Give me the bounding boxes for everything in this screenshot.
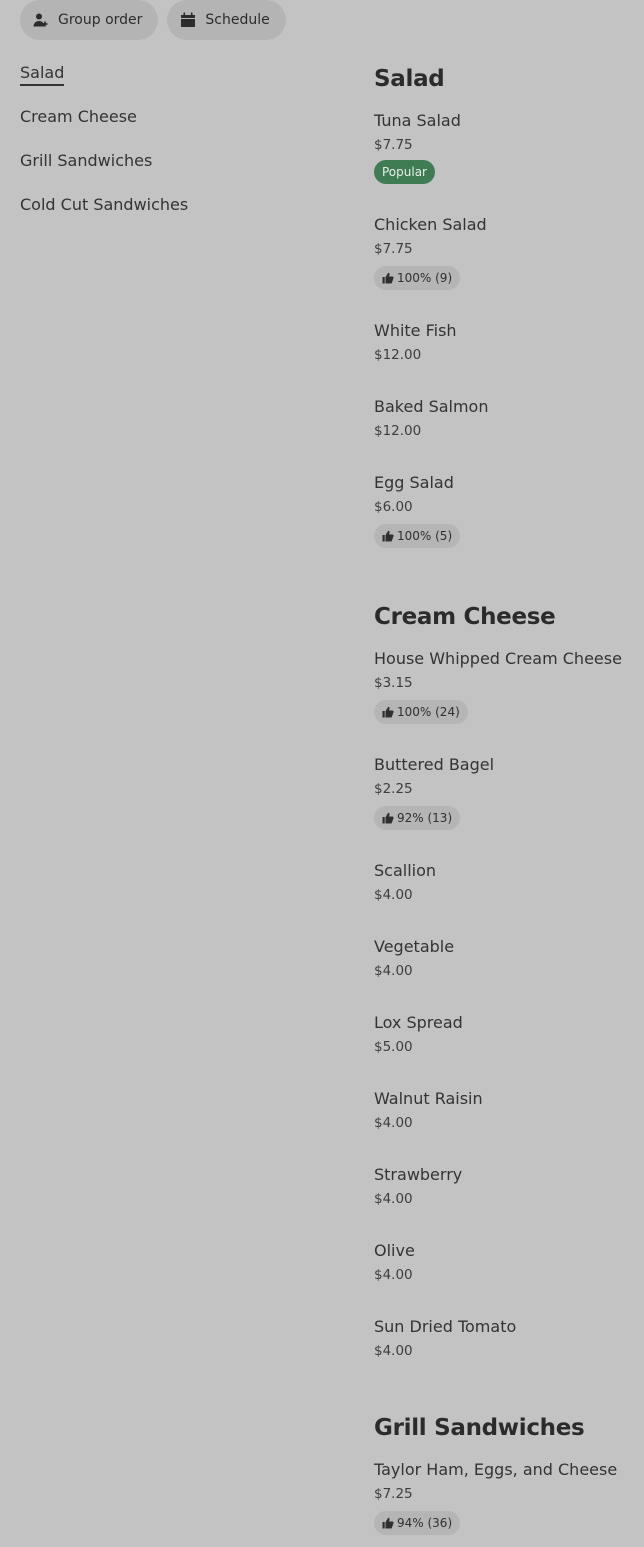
sidebar-item-salad[interactable]: Salad xyxy=(20,62,320,106)
top-action-bar: Group order Schedule xyxy=(20,0,286,40)
item-name: Olive xyxy=(374,1241,415,1260)
item-price: $4.00 xyxy=(374,963,413,979)
item-price: $7.75 xyxy=(374,241,413,257)
menu-item[interactable]: Scallion $4.00 xyxy=(374,860,634,905)
person-add-icon xyxy=(32,11,50,29)
schedule-button[interactable]: Schedule xyxy=(167,0,286,40)
item-name: Scallion xyxy=(374,861,437,880)
item-price: $4.00 xyxy=(374,1115,413,1131)
menu-item[interactable]: Buttered Bagel $2.25 92% (13) xyxy=(374,754,634,830)
rating-text: 92% (13) xyxy=(397,811,453,825)
schedule-label: Schedule xyxy=(205,12,270,28)
item-price: $7.75 xyxy=(374,137,413,153)
menu-section-cream-cheese: Cream Cheese House Whipped Cream Cheese … xyxy=(374,602,634,1361)
item-price: $5.00 xyxy=(374,1039,413,1055)
menu-item[interactable]: Walnut Raisin $4.00 xyxy=(374,1088,634,1133)
menu-item[interactable]: Strawberry $4.00 xyxy=(374,1164,634,1209)
item-price: $2.25 xyxy=(374,781,413,797)
item-price: $12.00 xyxy=(374,347,422,363)
menu-section-salad: Salad Tuna Salad $7.75 Popular Chicken S… xyxy=(374,64,634,548)
rating-text: 94% (36) xyxy=(397,1516,453,1530)
rating-text: 100% (9) xyxy=(397,271,453,285)
item-name: White Fish xyxy=(374,321,457,340)
rating-badge: 94% (36) xyxy=(374,1511,461,1535)
section-title: Grill Sandwiches xyxy=(374,1415,585,1441)
item-name: Lox Spread xyxy=(374,1013,463,1032)
item-name: Taylor Ham, Eggs, and Cheese xyxy=(374,1460,618,1479)
group-order-button[interactable]: Group order xyxy=(20,0,159,40)
sidebar-item-cold-cut-sandwiches[interactable]: Cold Cut Sandwiches xyxy=(20,194,320,238)
item-price: $4.00 xyxy=(374,887,413,903)
section-title: Salad xyxy=(374,66,445,92)
item-name: House Whipped Cream Cheese xyxy=(374,649,622,668)
rating-text: 100% (24) xyxy=(397,705,460,719)
sidebar-item-grill-sandwiches[interactable]: Grill Sandwiches xyxy=(20,150,320,194)
item-price: $12.00 xyxy=(374,423,422,439)
thumbs-up-icon xyxy=(382,530,394,542)
item-name: Baked Salmon xyxy=(374,397,489,416)
rating-text: 100% (5) xyxy=(397,529,453,543)
calendar-icon xyxy=(179,11,197,29)
thumbs-up-icon xyxy=(382,812,394,824)
menu-section-grill-sandwiches: Grill Sandwiches Taylor Ham, Eggs, and C… xyxy=(374,1413,634,1535)
menu-item[interactable]: House Whipped Cream Cheese $3.15 100% (2… xyxy=(374,648,634,724)
thumbs-up-icon xyxy=(382,272,394,284)
menu-item[interactable]: Lox Spread $5.00 xyxy=(374,1012,634,1057)
category-sidebar: Salad Cream Cheese Grill Sandwiches Cold… xyxy=(20,62,320,238)
item-price: $7.25 xyxy=(374,1486,413,1502)
item-price: $4.00 xyxy=(374,1267,413,1283)
rating-badge: 100% (24) xyxy=(374,700,468,724)
group-order-label: Group order xyxy=(58,12,143,28)
item-name: Tuna Salad xyxy=(374,111,461,130)
item-name: Vegetable xyxy=(374,937,455,956)
menu-list: Salad Tuna Salad $7.75 Popular Chicken S… xyxy=(374,64,634,1535)
rating-badge: 92% (13) xyxy=(374,806,461,830)
thumbs-up-icon xyxy=(382,706,394,718)
item-name: Strawberry xyxy=(374,1165,463,1184)
item-name: Sun Dried Tomato xyxy=(374,1317,517,1336)
item-price: $3.15 xyxy=(374,675,413,691)
item-name: Chicken Salad xyxy=(374,215,487,234)
item-name: Walnut Raisin xyxy=(374,1089,483,1108)
rating-badge: 100% (9) xyxy=(374,266,461,290)
menu-item[interactable]: White Fish $12.00 xyxy=(374,320,634,365)
item-price: $4.00 xyxy=(374,1343,413,1359)
menu-item[interactable]: Egg Salad $6.00 100% (5) xyxy=(374,472,634,548)
section-title: Cream Cheese xyxy=(374,604,556,630)
menu-item[interactable]: Chicken Salad $7.75 100% (9) xyxy=(374,214,634,290)
menu-item[interactable]: Sun Dried Tomato $4.00 xyxy=(374,1316,634,1361)
menu-item[interactable]: Olive $4.00 xyxy=(374,1240,634,1285)
item-price: $4.00 xyxy=(374,1191,413,1207)
thumbs-up-icon xyxy=(382,1517,394,1529)
item-name: Buttered Bagel xyxy=(374,755,495,774)
menu-item[interactable]: Taylor Ham, Eggs, and Cheese $7.25 94% (… xyxy=(374,1459,634,1535)
popular-badge: Popular xyxy=(374,160,435,184)
sidebar-item-cream-cheese[interactable]: Cream Cheese xyxy=(20,106,320,150)
menu-item[interactable]: Tuna Salad $7.75 Popular xyxy=(374,110,634,184)
menu-item[interactable]: Vegetable $4.00 xyxy=(374,936,634,981)
item-price: $6.00 xyxy=(374,499,413,515)
rating-badge: 100% (5) xyxy=(374,524,461,548)
item-name: Egg Salad xyxy=(374,473,454,492)
menu-item[interactable]: Baked Salmon $12.00 xyxy=(374,396,634,441)
